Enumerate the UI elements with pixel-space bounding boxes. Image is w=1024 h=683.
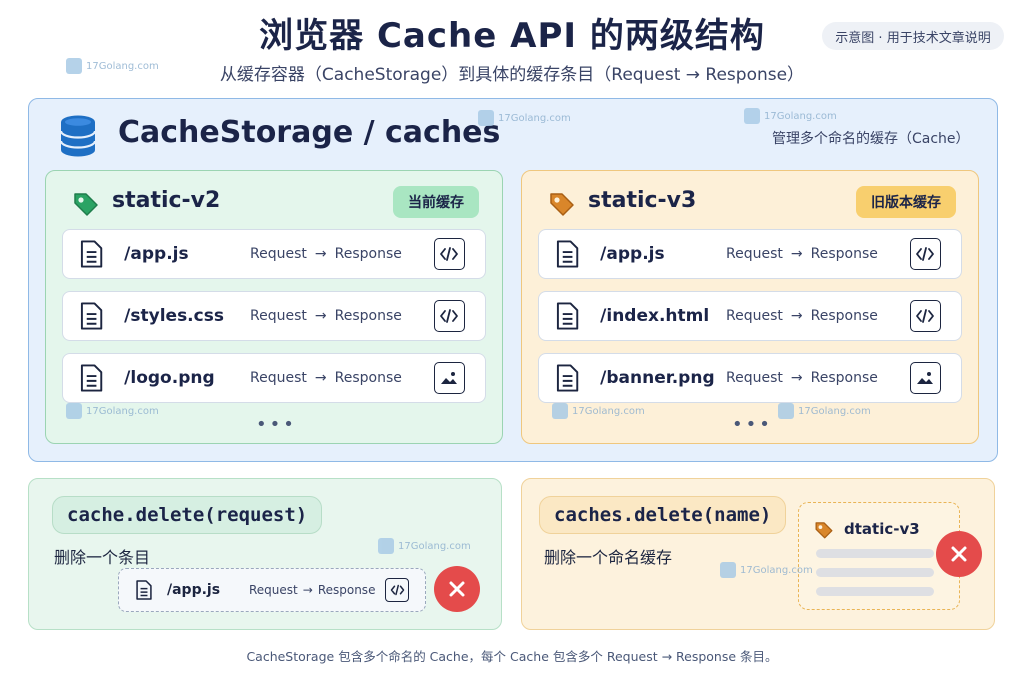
code-icon — [433, 300, 465, 332]
diagram-tag: 示意图 · 用于技术文章说明 — [822, 22, 1004, 50]
more-entries: ••• — [256, 414, 297, 435]
file-icon — [556, 302, 579, 330]
entry-path: /banner.png — [600, 368, 715, 388]
file-icon — [556, 240, 579, 268]
entry-mapping: Request → Response — [726, 246, 878, 262]
entry-mapping: Request → Response — [250, 308, 402, 324]
entry-mapping: Request → Response — [250, 246, 402, 262]
delete-entry-desc: 删除一个条目 — [54, 548, 151, 567]
watermark-logo-icon — [778, 403, 794, 419]
watermark: 17Golang.com — [744, 108, 837, 124]
watermark-logo-icon — [720, 562, 736, 578]
delete-cache-desc: 删除一个命名缓存 — [544, 548, 673, 567]
cache-name: static-v2 — [112, 188, 221, 213]
deleted-cache-name: dtatic-v3 — [844, 520, 920, 538]
code-icon — [433, 238, 465, 270]
cachestorage-title: CacheStorage / caches — [118, 115, 501, 150]
entry-path: /app.js — [167, 582, 221, 598]
watermark-logo-icon — [378, 538, 394, 554]
code-icon — [909, 300, 941, 332]
watermark: 17Golang.com — [778, 403, 871, 419]
file-icon — [556, 364, 579, 392]
entry-path: /logo.png — [124, 368, 215, 388]
cache-entry[interactable]: /styles.css Request → Response — [62, 291, 486, 341]
watermark-logo-icon — [66, 58, 82, 74]
entry-mapping: Request → Response — [726, 308, 878, 324]
entry-path: /app.js — [124, 244, 189, 264]
entry-mapping: Request → Response — [726, 370, 878, 386]
cachestorage-note: 管理多个命名的缓存（Cache） — [772, 131, 970, 147]
file-icon — [80, 302, 103, 330]
entry-path: /app.js — [600, 244, 665, 264]
image-icon — [909, 362, 941, 394]
cache-entry[interactable]: /logo.png Request → Response — [62, 353, 486, 403]
cache-entry[interactable]: /index.html Request → Response — [538, 291, 962, 341]
delete-cache-code: caches.delete(name) — [539, 496, 787, 534]
code-icon — [385, 578, 409, 602]
placeholder-line — [816, 568, 934, 577]
watermark-logo-icon — [66, 403, 82, 419]
watermark: 17Golang.com — [720, 562, 813, 578]
delete-icon[interactable] — [936, 531, 982, 577]
placeholder-line — [816, 549, 934, 558]
file-icon — [80, 364, 103, 392]
entry-path: /index.html — [600, 306, 710, 326]
watermark: 17Golang.com — [552, 403, 645, 419]
watermark-logo-icon — [744, 108, 760, 124]
database-icon — [58, 114, 98, 162]
more-entries: ••• — [732, 414, 773, 435]
cache-entry[interactable]: /banner.png Request → Response — [538, 353, 962, 403]
tag-icon — [72, 190, 100, 222]
watermark: 17Golang.com — [478, 110, 571, 126]
entry-mapping: Request → Response — [250, 370, 402, 386]
cache-name: static-v3 — [588, 188, 697, 213]
status-badge: 旧版本缓存 — [856, 186, 956, 218]
watermark-logo-icon — [478, 110, 494, 126]
watermark: 17Golang.com — [378, 538, 471, 554]
image-icon — [433, 362, 465, 394]
code-icon — [909, 238, 941, 270]
watermark: 17Golang.com — [66, 58, 159, 74]
file-icon — [136, 580, 152, 600]
entry-mapping: Request → Response — [249, 583, 376, 597]
watermark: 17Golang.com — [66, 403, 159, 419]
file-icon — [80, 240, 103, 268]
placeholder-line — [816, 587, 934, 596]
watermark-logo-icon — [552, 403, 568, 419]
delete-entry-code: cache.delete(request) — [52, 496, 323, 534]
footer-caption: CacheStorage 包含多个命名的 Cache，每个 Cache 包含多个… — [246, 649, 778, 664]
tag-icon — [548, 190, 576, 222]
entry-path: /styles.css — [124, 306, 224, 326]
status-badge: 当前缓存 — [393, 186, 479, 218]
cache-entry[interactable]: /app.js Request → Response — [62, 229, 486, 279]
tag-icon — [814, 520, 834, 544]
deleted-entry: /app.js Request → Response — [118, 568, 426, 612]
delete-icon[interactable] — [434, 566, 480, 612]
cache-entry[interactable]: /app.js Request → Response — [538, 229, 962, 279]
